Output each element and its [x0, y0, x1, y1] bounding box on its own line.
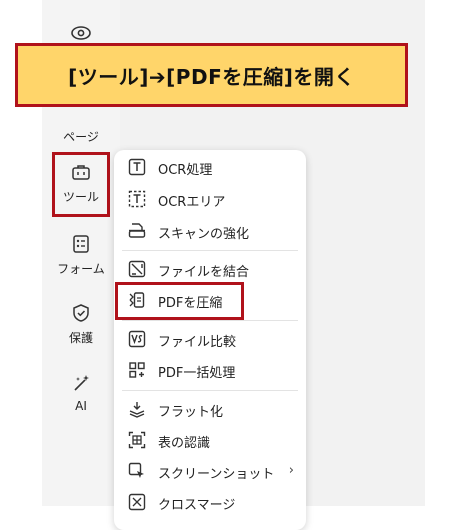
menu-divider — [122, 390, 298, 391]
view-icon-item[interactable] — [42, 22, 120, 44]
rail-item-protect-label: 保護 — [68, 331, 93, 345]
tools-highlight-box — [52, 152, 110, 217]
menu-item-scan-enhance[interactable]: スキャンの強化 — [114, 216, 306, 246]
batch-process-icon — [129, 362, 145, 378]
scan-enhance-icon — [128, 223, 146, 238]
flatten-icon — [129, 402, 145, 418]
menu-item-screenshot[interactable]: スクリーンショット › — [114, 456, 306, 486]
rail-item-protect[interactable]: 保護 — [42, 303, 120, 346]
menu-item-table-recognition[interactable]: 表の認識 — [114, 425, 306, 455]
rail-item-form[interactable]: フォーム — [42, 234, 120, 277]
rail-item-ai-label: AI — [75, 399, 87, 413]
rail-item-form-label: フォーム — [57, 262, 105, 276]
menu-item-ocr-area-label: OCRエリア — [158, 195, 226, 210]
menu-item-compare-label: ファイル比較 — [158, 335, 237, 350]
ai-wand-icon — [74, 375, 89, 391]
instruction-banner: [ツール]➔[PDFを圧縮]を開く — [15, 43, 408, 107]
view-icon — [71, 26, 91, 40]
menu-item-batch-label: PDF一括処理 — [158, 366, 236, 381]
menu-item-compare[interactable]: ファイル比較 — [114, 324, 306, 354]
tools-menu: OCR処理 OCRエリア スキャンの強化 ファイルを結合 PDFを圧縮 ファイル… — [114, 150, 306, 530]
form-icon — [73, 235, 89, 253]
cross-merge-icon — [128, 493, 146, 511]
rail-item-pages-label: ページ — [63, 130, 99, 144]
chevron-right-icon: › — [288, 463, 294, 478]
menu-item-screenshot-label: スクリーンショット — [158, 467, 275, 482]
menu-item-ocr[interactable]: OCR処理 — [114, 152, 306, 182]
menu-item-cross-merge-label: クロスマージ — [158, 498, 236, 513]
instruction-banner-text: [ツール]➔[PDFを圧縮]を開く — [68, 64, 355, 89]
menu-item-scan-enhance-label: スキャンの強化 — [158, 227, 250, 242]
rail-item-ai[interactable]: AI — [42, 373, 120, 413]
menu-item-combine-label: ファイルを結合 — [158, 265, 250, 280]
menu-item-table-recognition-label: 表の認識 — [158, 436, 211, 451]
menu-divider — [122, 250, 298, 251]
compare-files-icon — [128, 330, 146, 348]
shield-icon — [73, 304, 89, 322]
ocr-icon — [128, 158, 146, 176]
ocr-area-icon — [128, 190, 146, 208]
menu-item-combine[interactable]: ファイルを結合 — [114, 254, 306, 284]
menu-item-cross-merge[interactable]: クロスマージ — [114, 487, 306, 517]
table-recognition-icon — [128, 431, 146, 449]
combine-files-icon — [128, 260, 146, 278]
menu-item-ocr-area[interactable]: OCRエリア — [114, 184, 306, 214]
menu-item-ocr-label: OCR処理 — [158, 163, 213, 178]
rail-item-pages[interactable]: ページ — [42, 122, 120, 145]
menu-item-flatten-label: フラット化 — [158, 405, 224, 420]
screenshot-icon — [128, 462, 144, 478]
menu-divider — [122, 320, 298, 321]
menu-item-batch[interactable]: PDF一括処理 — [114, 355, 306, 385]
compress-pdf-highlight-box — [115, 282, 244, 320]
menu-item-flatten[interactable]: フラット化 — [114, 394, 306, 424]
